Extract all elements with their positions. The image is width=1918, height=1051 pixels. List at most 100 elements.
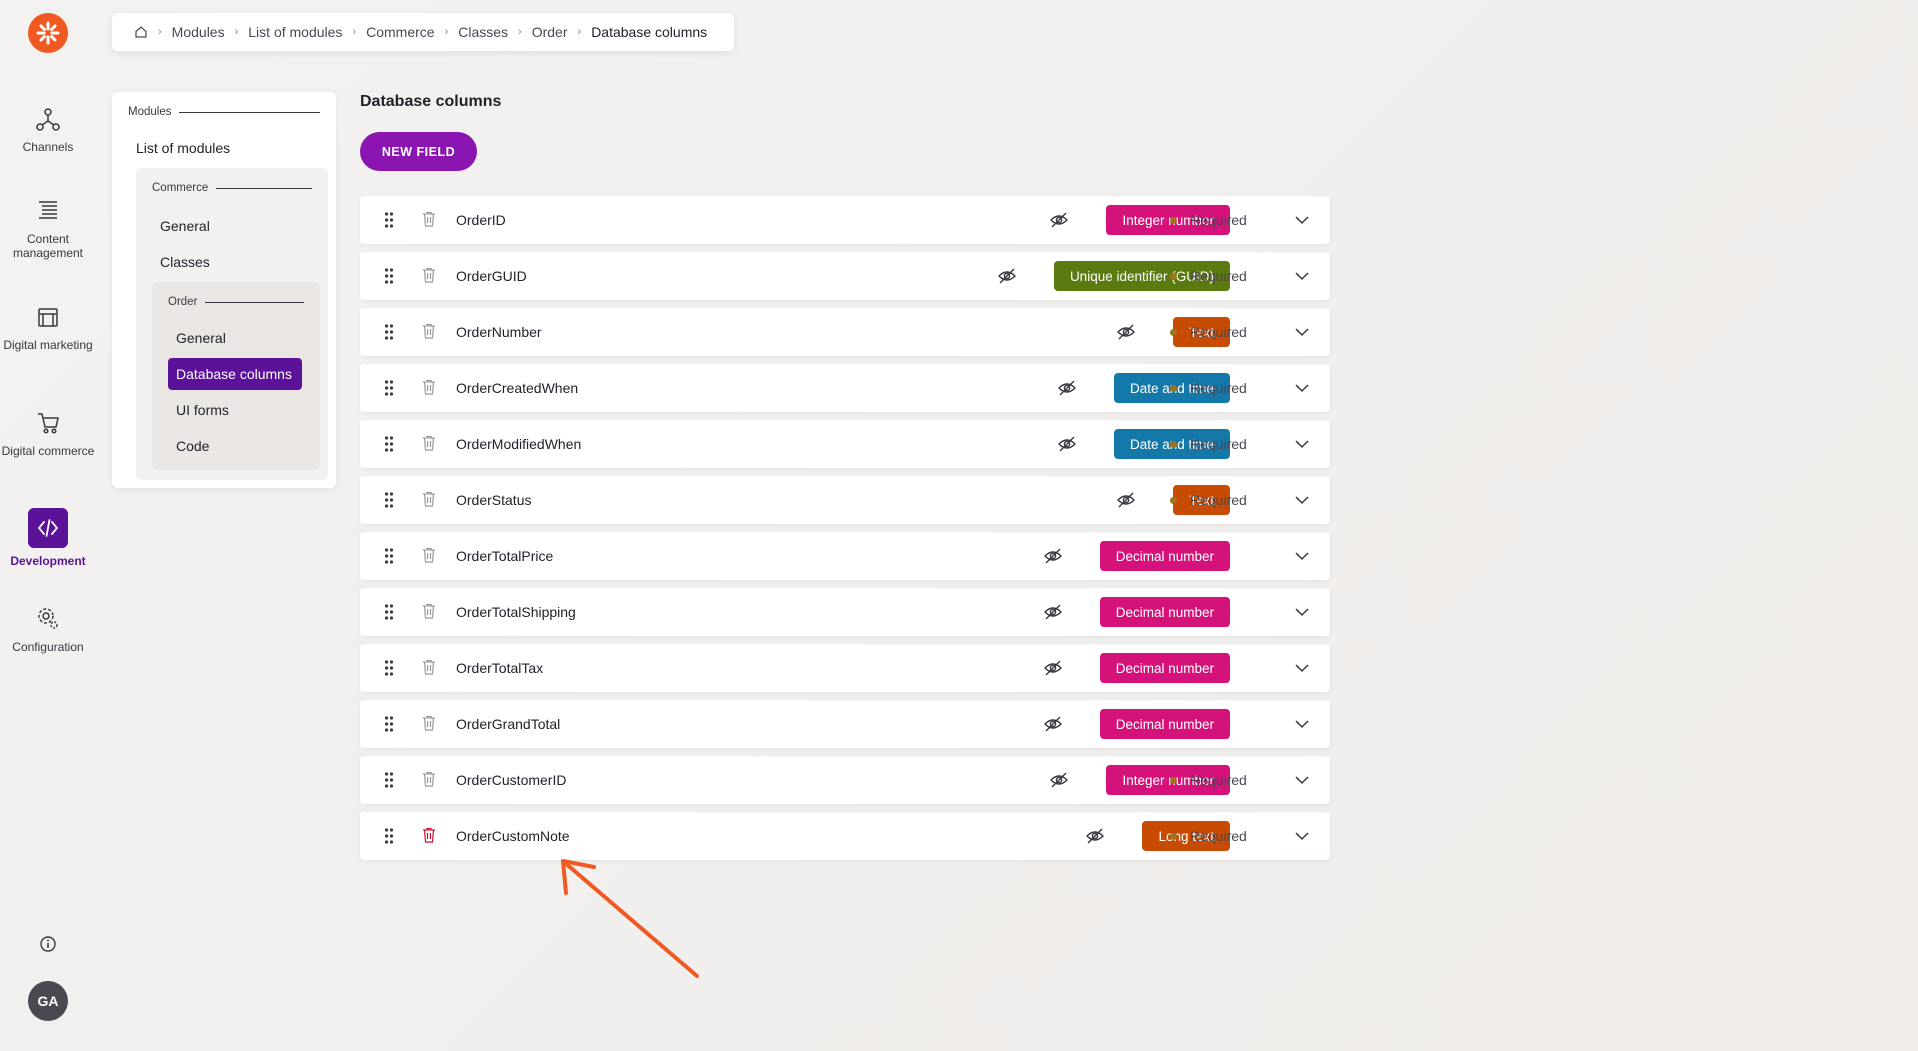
trash-icon[interactable] xyxy=(422,603,436,619)
trash-icon[interactable] xyxy=(422,547,436,563)
field-meta: Decimal number xyxy=(1043,700,1230,748)
field-meta: Decimal number xyxy=(1043,644,1230,692)
field-type-badge: Decimal number xyxy=(1099,597,1230,627)
required-label: Required xyxy=(1190,436,1247,452)
chevron-down-icon[interactable] xyxy=(1294,213,1310,227)
chevron-down-icon[interactable] xyxy=(1294,829,1310,843)
drag-handle-icon[interactable] xyxy=(384,268,394,284)
field-row[interactable]: OrderID Integer number Required xyxy=(360,196,1330,244)
nav-digital-commerce[interactable]: Digital commerce xyxy=(0,408,96,458)
required-label: Required xyxy=(1190,828,1247,844)
home-icon[interactable] xyxy=(134,25,148,39)
tree-item-database-columns[interactable]: Database columns xyxy=(168,358,302,390)
trash-icon[interactable] xyxy=(422,435,436,451)
drag-handle-icon[interactable] xyxy=(384,604,394,620)
info-icon[interactable] xyxy=(39,935,57,953)
field-name: OrderCreatedWhen xyxy=(456,380,579,396)
field-row[interactable]: OrderTotalTax Decimal number xyxy=(360,644,1330,692)
field-name: OrderTotalShipping xyxy=(456,604,576,620)
drag-handle-icon[interactable] xyxy=(384,548,394,564)
breadcrumb-separator: › xyxy=(444,26,449,38)
required-dot xyxy=(1170,496,1177,504)
field-row[interactable]: OrderTotalShipping Decimal number xyxy=(360,588,1330,636)
trash-icon[interactable] xyxy=(422,211,436,227)
channels-icon xyxy=(36,108,60,131)
hidden-eye-icon xyxy=(1043,715,1063,733)
trash-icon[interactable] xyxy=(422,323,436,339)
breadcrumb-classes[interactable]: Classes xyxy=(458,24,508,40)
chevron-down-icon[interactable] xyxy=(1294,549,1310,563)
chevron-down-icon[interactable] xyxy=(1294,773,1310,787)
field-row[interactable]: OrderStatus Text Required xyxy=(360,476,1330,524)
trash-icon[interactable] xyxy=(422,491,436,507)
drag-handle-icon[interactable] xyxy=(384,660,394,676)
required-label: Required xyxy=(1190,324,1247,340)
field-row[interactable]: OrderTotalPrice Decimal number xyxy=(360,532,1330,580)
field-row[interactable]: OrderGrandTotal Decimal number xyxy=(360,700,1330,748)
field-type-badge: Decimal number xyxy=(1099,653,1230,683)
trash-icon[interactable] xyxy=(422,771,436,787)
chevron-down-icon[interactable] xyxy=(1294,381,1310,395)
field-row[interactable]: OrderCustomNote Long text Required xyxy=(360,812,1330,860)
chevron-down-icon[interactable] xyxy=(1294,605,1310,619)
nav-channels[interactable]: Channels xyxy=(0,104,96,154)
chevron-down-icon[interactable] xyxy=(1294,269,1310,283)
nav-content-management[interactable]: Content management xyxy=(0,196,96,260)
commerce-group: Commerce General Classes Order General D… xyxy=(136,168,328,480)
drag-handle-icon[interactable] xyxy=(384,492,394,508)
tree-item-commerce-general[interactable]: General xyxy=(160,218,210,234)
chevron-down-icon[interactable] xyxy=(1294,661,1310,675)
field-row[interactable]: OrderCreatedWhenDate and timeRequired xyxy=(360,364,1330,412)
tree-item-classes[interactable]: Classes xyxy=(160,254,210,270)
required-dot xyxy=(1170,328,1177,336)
breadcrumb-list-of-modules[interactable]: List of modules xyxy=(248,24,342,40)
chevron-down-icon[interactable] xyxy=(1294,717,1310,731)
nav-configuration[interactable]: Configuration xyxy=(0,604,96,654)
drag-handle-icon[interactable] xyxy=(384,324,394,340)
drag-handle-icon[interactable] xyxy=(384,212,394,228)
field-name: OrderTotalPrice xyxy=(456,548,554,564)
commerce-group-title: Commerce xyxy=(152,182,312,194)
hidden-eye-icon xyxy=(1049,771,1069,789)
drag-handle-icon[interactable] xyxy=(384,828,394,844)
field-name: OrderGUID xyxy=(456,268,527,284)
new-field-button[interactable]: NEW FIELD xyxy=(360,132,477,171)
trash-icon[interactable] xyxy=(422,379,436,395)
breadcrumb-current: Database columns xyxy=(591,24,708,40)
required-label: Required xyxy=(1190,268,1247,284)
chevron-down-icon[interactable] xyxy=(1294,437,1310,451)
nav-digital-marketing-label: Digital marketing xyxy=(3,338,93,352)
avatar[interactable]: GA xyxy=(28,981,68,1021)
trash-icon[interactable] xyxy=(422,827,436,843)
chevron-down-icon[interactable] xyxy=(1294,493,1310,507)
hidden-eye-icon xyxy=(1057,379,1077,397)
nav-digital-marketing[interactable]: Digital marketing xyxy=(0,302,96,352)
logo-icon[interactable] xyxy=(28,13,68,53)
chevron-down-icon[interactable] xyxy=(1294,325,1310,339)
hidden-eye-icon xyxy=(1085,827,1105,845)
tree-item-list-of-modules[interactable]: List of modules xyxy=(136,140,230,156)
breadcrumb-commerce[interactable]: Commerce xyxy=(366,24,434,40)
tree-item-code[interactable]: Code xyxy=(176,438,209,454)
field-row[interactable]: OrderModifiedWhenDate and timeRequired xyxy=(360,420,1330,468)
field-row[interactable]: OrderCustomerID Integer number Required xyxy=(360,756,1330,804)
drag-handle-icon[interactable] xyxy=(384,716,394,732)
field-name: OrderCustomerID xyxy=(456,772,567,788)
trash-icon[interactable] xyxy=(422,715,436,731)
nav-development[interactable]: Development xyxy=(0,508,96,568)
tree-item-ui-forms[interactable]: UI forms xyxy=(176,402,229,418)
field-row[interactable]: OrderNumber Text Required xyxy=(360,308,1330,356)
drag-handle-icon[interactable] xyxy=(384,436,394,452)
trash-icon[interactable] xyxy=(422,267,436,283)
required-label: Required xyxy=(1190,492,1247,508)
breadcrumb-modules[interactable]: Modules xyxy=(172,24,225,40)
drag-handle-icon[interactable] xyxy=(384,380,394,396)
breadcrumb-separator: › xyxy=(518,26,522,38)
tree-item-order-general[interactable]: General xyxy=(176,330,226,346)
breadcrumb-order[interactable]: Order xyxy=(532,24,568,40)
breadcrumb-separator: › xyxy=(577,26,582,38)
trash-icon[interactable] xyxy=(422,659,436,675)
field-row[interactable]: OrderGUID Unique identifier (GUID) Require… xyxy=(360,252,1330,300)
drag-handle-icon[interactable] xyxy=(384,772,394,788)
required-dot xyxy=(1170,776,1177,784)
